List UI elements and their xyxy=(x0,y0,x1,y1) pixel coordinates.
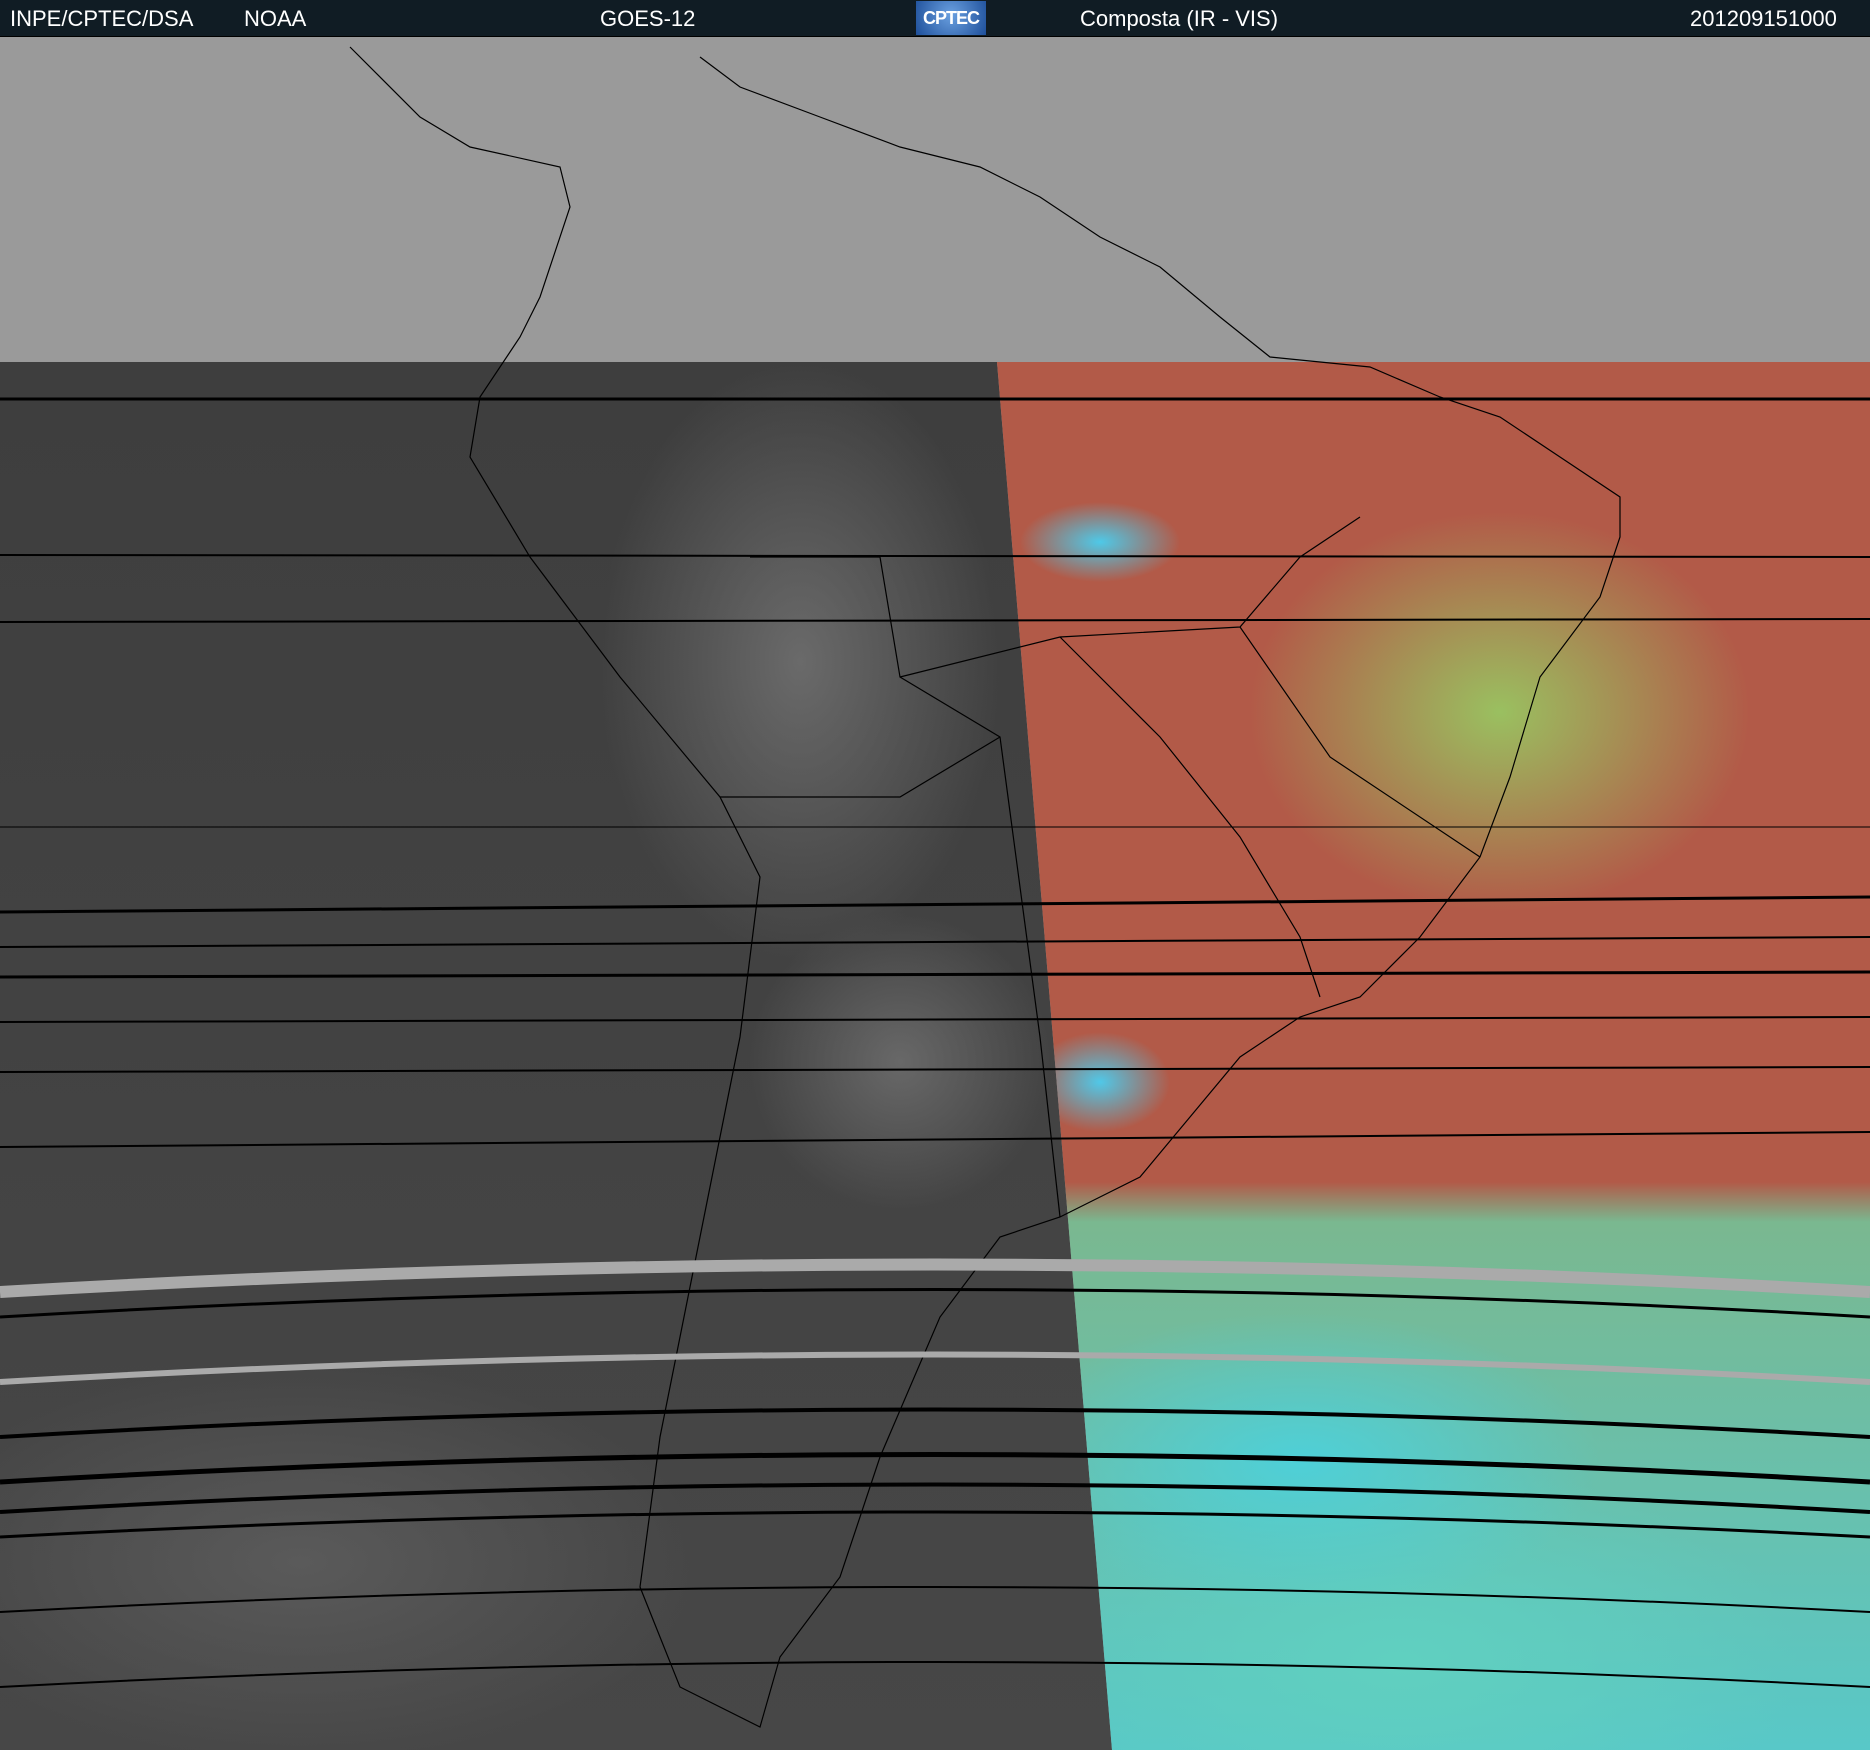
header-bar: INPE/CPTEC/DSA NOAA GOES-12 CPTEC Compos… xyxy=(0,0,1870,37)
boundaries-overlay xyxy=(0,46,1870,1728)
satellite-image xyxy=(0,37,1870,1750)
agency-label: NOAA xyxy=(244,6,307,31)
product-label: Composta (IR - VIS) xyxy=(1080,6,1279,31)
coastline-outline xyxy=(349,46,1621,1728)
cptec-logo: CPTEC xyxy=(916,1,986,35)
scan-line-artifacts xyxy=(0,397,1870,1688)
institution-label: INPE/CPTEC/DSA xyxy=(10,6,194,31)
timestamp-label: 201209151000 xyxy=(1690,6,1837,31)
satellite-label: GOES-12 xyxy=(600,6,696,31)
